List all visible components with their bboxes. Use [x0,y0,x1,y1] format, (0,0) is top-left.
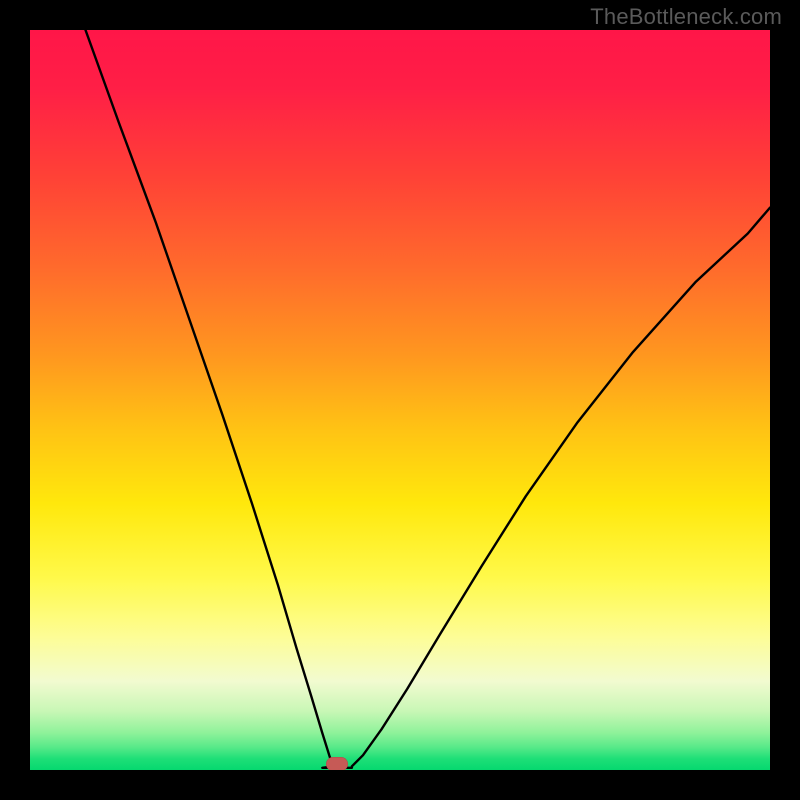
watermark-text: TheBottleneck.com [590,4,782,30]
plot-area [30,30,770,770]
bottleneck-marker [326,757,348,770]
chart-frame: TheBottleneck.com [0,0,800,800]
bottleneck-curve [30,30,770,770]
